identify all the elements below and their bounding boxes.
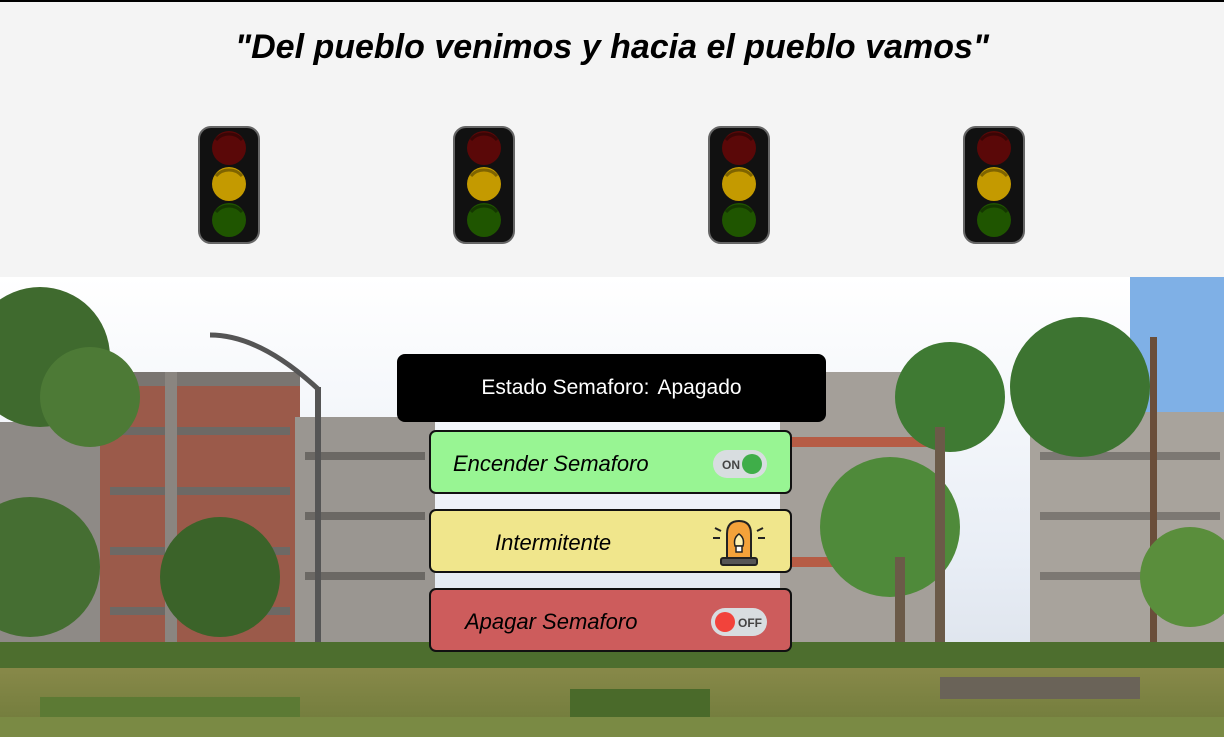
header: "Del pueblo venimos y hacia el pueblo va… <box>0 2 1224 277</box>
page: "Del pueblo venimos y hacia el pueblo va… <box>0 0 1224 737</box>
turn-off-button[interactable]: Apagar Semaforo OFF <box>429 588 792 652</box>
traffic-light <box>198 126 260 244</box>
traffic-light-icon <box>963 126 1025 244</box>
campus-background-image <box>0 277 1224 737</box>
traffic-light-icon <box>708 126 770 244</box>
green-lamp <box>722 203 756 237</box>
green-lamp <box>977 203 1011 237</box>
yellow-lamp <box>467 167 501 201</box>
traffic-light-icon <box>453 126 515 244</box>
status-label: Estado Semaforo: <box>481 376 650 399</box>
green-lamp <box>212 203 246 237</box>
green-lamp <box>467 203 501 237</box>
traffic-light-icon <box>198 126 260 244</box>
traffic-light <box>453 126 515 244</box>
yellow-lamp <box>212 167 246 201</box>
blink-button[interactable]: Intermitente <box>429 509 792 573</box>
motto-title: "Del pueblo venimos y hacia el pueblo va… <box>234 28 989 66</box>
toggle-off-icon: OFF <box>711 608 767 636</box>
siren-icon <box>713 519 765 566</box>
yellow-lamp <box>722 167 756 201</box>
red-lamp <box>977 131 1011 165</box>
traffic-light <box>963 126 1025 244</box>
red-lamp <box>212 131 246 165</box>
turn-off-label: Apagar Semaforo <box>465 609 638 634</box>
yellow-lamp <box>977 167 1011 201</box>
red-lamp <box>467 131 501 165</box>
toggle-off-text: OFF <box>738 616 762 630</box>
traffic-light <box>708 126 770 244</box>
status-value: Apagado <box>657 376 742 399</box>
toggle-on-icon: ON <box>713 450 767 478</box>
status-bar: Estado Semaforo: Apagado <box>397 354 826 422</box>
toggle-on-text: ON <box>722 458 740 472</box>
turn-on-label: Encender Semaforo <box>453 451 649 476</box>
blink-label: Intermitente <box>495 530 612 555</box>
turn-on-button[interactable]: Encender Semaforo ON <box>429 430 792 494</box>
red-lamp <box>722 131 756 165</box>
